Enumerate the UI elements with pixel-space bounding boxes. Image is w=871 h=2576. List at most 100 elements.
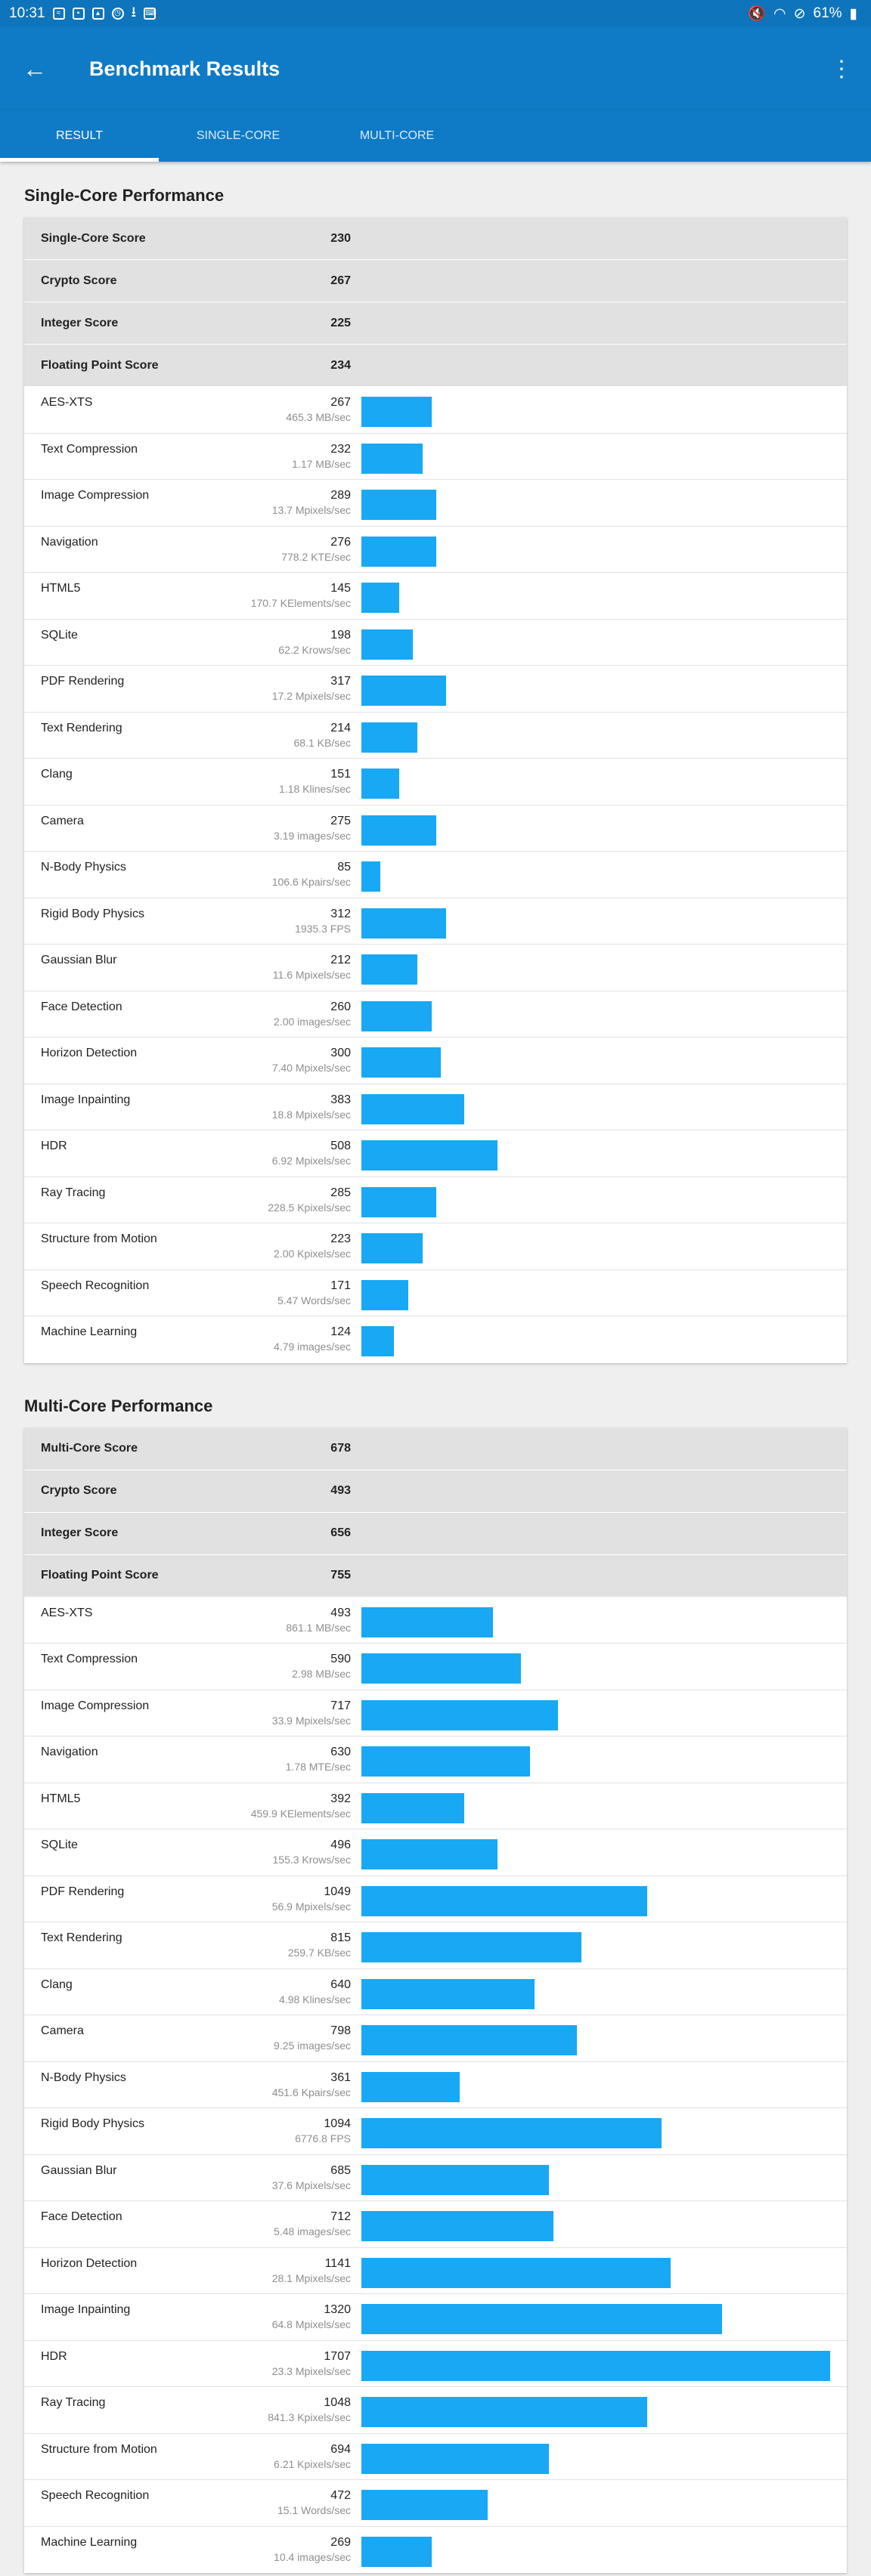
score-label: Floating Point Score — [41, 358, 159, 372]
workload-row[interactable]: Image Compression 717 33.9 Mpixels/sec — [24, 1690, 847, 1736]
workload-row[interactable]: SQLite 198 62.2 Krows/sec — [24, 620, 847, 666]
score-label: Integer Score — [41, 1526, 119, 1539]
workload-rate: 228.5 Kpixels/sec — [268, 1201, 351, 1214]
workload-row[interactable]: Rigid Body Physics 312 1935.3 FPS — [24, 898, 847, 945]
status-time: 10:31 — [9, 5, 45, 21]
workload-bar — [361, 1186, 436, 1217]
single-core-section-title: Single-Core Performance — [24, 186, 225, 205]
score-value: 493 — [330, 1484, 351, 1497]
workload-row[interactable]: Ray Tracing 1048 841.3 Kpixels/sec — [24, 2387, 847, 2434]
score-label: Integer Score — [41, 316, 119, 329]
workload-score: 223 — [330, 1232, 351, 1245]
workload-row[interactable]: Structure from Motion 223 2.00 Kpixels/sec — [24, 1223, 847, 1270]
app-icon: ▪ — [72, 8, 85, 20]
workload-row[interactable]: Navigation 630 1.78 MTE/sec — [24, 1736, 847, 1783]
workload-bar — [361, 2350, 830, 2381]
workload-row[interactable]: HDR 1707 23.3 Mpixels/sec — [24, 2341, 847, 2387]
workload-row[interactable]: Face Detection 260 2.00 images/sec — [24, 991, 847, 1038]
workload-row[interactable]: Ray Tracing 285 228.5 Kpixels/sec — [24, 1177, 847, 1223]
workload-score: 383 — [330, 1093, 351, 1106]
workload-row[interactable]: Image Inpainting 1320 64.8 Mpixels/sec — [24, 2294, 847, 2341]
overflow-menu-icon[interactable]: ⋮ — [830, 56, 853, 82]
workload-bar — [361, 2257, 671, 2288]
app-bar: ← Benchmark Results ⋮ — [0, 27, 871, 110]
back-arrow-icon[interactable]: ← — [23, 55, 68, 83]
workload-name: Gaussian Blur — [41, 954, 117, 966]
workload-row[interactable]: Clang 151 1.18 Klines/sec — [24, 759, 847, 806]
workload-score: 712 — [330, 2210, 351, 2223]
workload-name: Rigid Body Physics — [41, 2117, 144, 2130]
score-row: Integer Score 656 — [24, 1512, 847, 1555]
score-row: Floating Point Score 755 — [24, 1554, 847, 1597]
workload-bar — [361, 1746, 530, 1777]
workload-score: 85 — [337, 861, 351, 874]
workload-score: 317 — [330, 675, 351, 688]
workload-row[interactable]: AES-XTS 267 465.3 MB/sec — [24, 387, 847, 434]
workload-row[interactable]: Horizon Detection 1141 28.1 Mpixels/sec — [24, 2248, 847, 2294]
workload-score: 1707 — [324, 2349, 351, 2363]
workload-rate: 778.2 KTE/sec — [281, 550, 351, 563]
workload-row[interactable]: Speech Recognition 171 5.47 Words/sec — [24, 1270, 847, 1316]
score-row: Crypto Score 267 — [24, 260, 847, 302]
workload-name: Face Detection — [41, 1000, 122, 1013]
workload-row[interactable]: Text Compression 232 1.17 MB/sec — [24, 434, 847, 480]
workload-rate: 1.78 MTE/sec — [285, 1761, 351, 1773]
workload-row[interactable]: SQLite 496 155.3 Krows/sec — [24, 1829, 847, 1876]
workload-name: AES-XTS — [41, 396, 93, 409]
workload-bar — [361, 1699, 558, 1730]
tab-result[interactable]: RESULT — [0, 110, 159, 162]
workload-row[interactable]: Speech Recognition 472 15.1 Words/sec — [24, 2480, 847, 2527]
workload-rate: 451.6 Kpairs/sec — [271, 2086, 351, 2098]
workload-row[interactable]: Machine Learning 269 10.4 images/sec — [24, 2527, 847, 2574]
workload-row[interactable]: Image Compression 289 13.7 Mpixels/sec — [24, 480, 847, 527]
workload-row[interactable]: AES-XTS 493 861.1 MB/sec — [24, 1597, 847, 1644]
workload-bar — [361, 815, 436, 846]
score-row: Integer Score 225 — [24, 302, 847, 345]
score-value: 755 — [330, 1569, 351, 1582]
workload-score: 145 — [330, 582, 351, 595]
workload-row[interactable]: HTML5 145 170.7 KElements/sec — [24, 573, 847, 620]
signal-icon: ≈ — [52, 8, 65, 20]
workload-bar — [361, 443, 423, 474]
workload-row[interactable]: HTML5 392 459.9 KElements/sec — [24, 1783, 847, 1829]
workload-row[interactable]: PDF Rendering 1049 56.9 Mpixels/sec — [24, 1876, 847, 1922]
workload-name: Gaussian Blur — [41, 2163, 117, 2177]
workload-row[interactable]: Camera 275 3.19 images/sec — [24, 806, 847, 852]
workload-row[interactable]: Horizon Detection 300 7.40 Mpixels/sec — [24, 1038, 847, 1084]
tab-multi-core[interactable]: MULTI-CORE — [318, 110, 476, 162]
workload-row[interactable]: N-Body Physics 85 106.6 Kpairs/sec — [24, 852, 847, 898]
workload-row[interactable]: Camera 798 9.25 images/sec — [24, 2015, 847, 2062]
workload-bar — [361, 397, 432, 427]
workload-row[interactable]: Navigation 276 778.2 KTE/sec — [24, 527, 847, 573]
workload-row[interactable]: Text Rendering 815 259.7 KB/sec — [24, 1922, 847, 1969]
workload-row[interactable]: Rigid Body Physics 1094 6776.8 FPS — [24, 2108, 847, 2155]
workload-rate: 2.00 images/sec — [274, 1015, 351, 1028]
image-icon: ▴ — [91, 8, 104, 20]
workload-row[interactable]: Clang 640 4.98 Klines/sec — [24, 1969, 847, 2015]
workload-score: 472 — [330, 2489, 351, 2502]
workload-score: 496 — [330, 1838, 351, 1851]
workload-row[interactable]: Gaussian Blur 212 11.6 Mpixels/sec — [24, 945, 847, 991]
workload-row[interactable]: PDF Rendering 317 17.2 Mpixels/sec — [24, 666, 847, 713]
workload-row[interactable]: Structure from Motion 694 6.21 Kpixels/sec — [24, 2434, 847, 2480]
tab-single-core[interactable]: SINGLE-CORE — [159, 110, 318, 162]
workload-row[interactable]: Machine Learning 124 4.79 images/sec — [24, 1316, 847, 1363]
workload-bar — [361, 861, 380, 892]
workload-name: Horizon Detection — [41, 1047, 138, 1059]
workload-row[interactable]: Text Rendering 214 68.1 KB/sec — [24, 713, 847, 759]
workload-rate: 62.2 Krows/sec — [278, 643, 351, 656]
workload-score: 590 — [330, 1653, 351, 1665]
workload-row[interactable]: N-Body Physics 361 451.6 Kpairs/sec — [24, 2062, 847, 2108]
download-icon: ⭳ — [131, 5, 137, 20]
workload-score: 269 — [330, 2535, 351, 2549]
workload-row[interactable]: Gaussian Blur 685 37.6 Mpixels/sec — [24, 2155, 847, 2201]
workload-row[interactable]: Text Compression 590 2.98 MB/sec — [24, 1644, 847, 1690]
workload-score: 124 — [330, 1325, 351, 1338]
workload-row[interactable]: Face Detection 712 5.48 images/sec — [24, 2201, 847, 2248]
workload-rate: 37.6 Mpixels/sec — [271, 2179, 351, 2191]
workload-row[interactable]: Image Inpainting 383 18.8 Mpixels/sec — [24, 1084, 847, 1130]
workload-row[interactable]: HDR 508 6.92 Mpixels/sec — [24, 1130, 847, 1177]
workload-bar — [361, 1978, 535, 2009]
workload-rate: 6776.8 FPS — [295, 2132, 351, 2145]
clock-icon: ◷ — [111, 8, 124, 20]
